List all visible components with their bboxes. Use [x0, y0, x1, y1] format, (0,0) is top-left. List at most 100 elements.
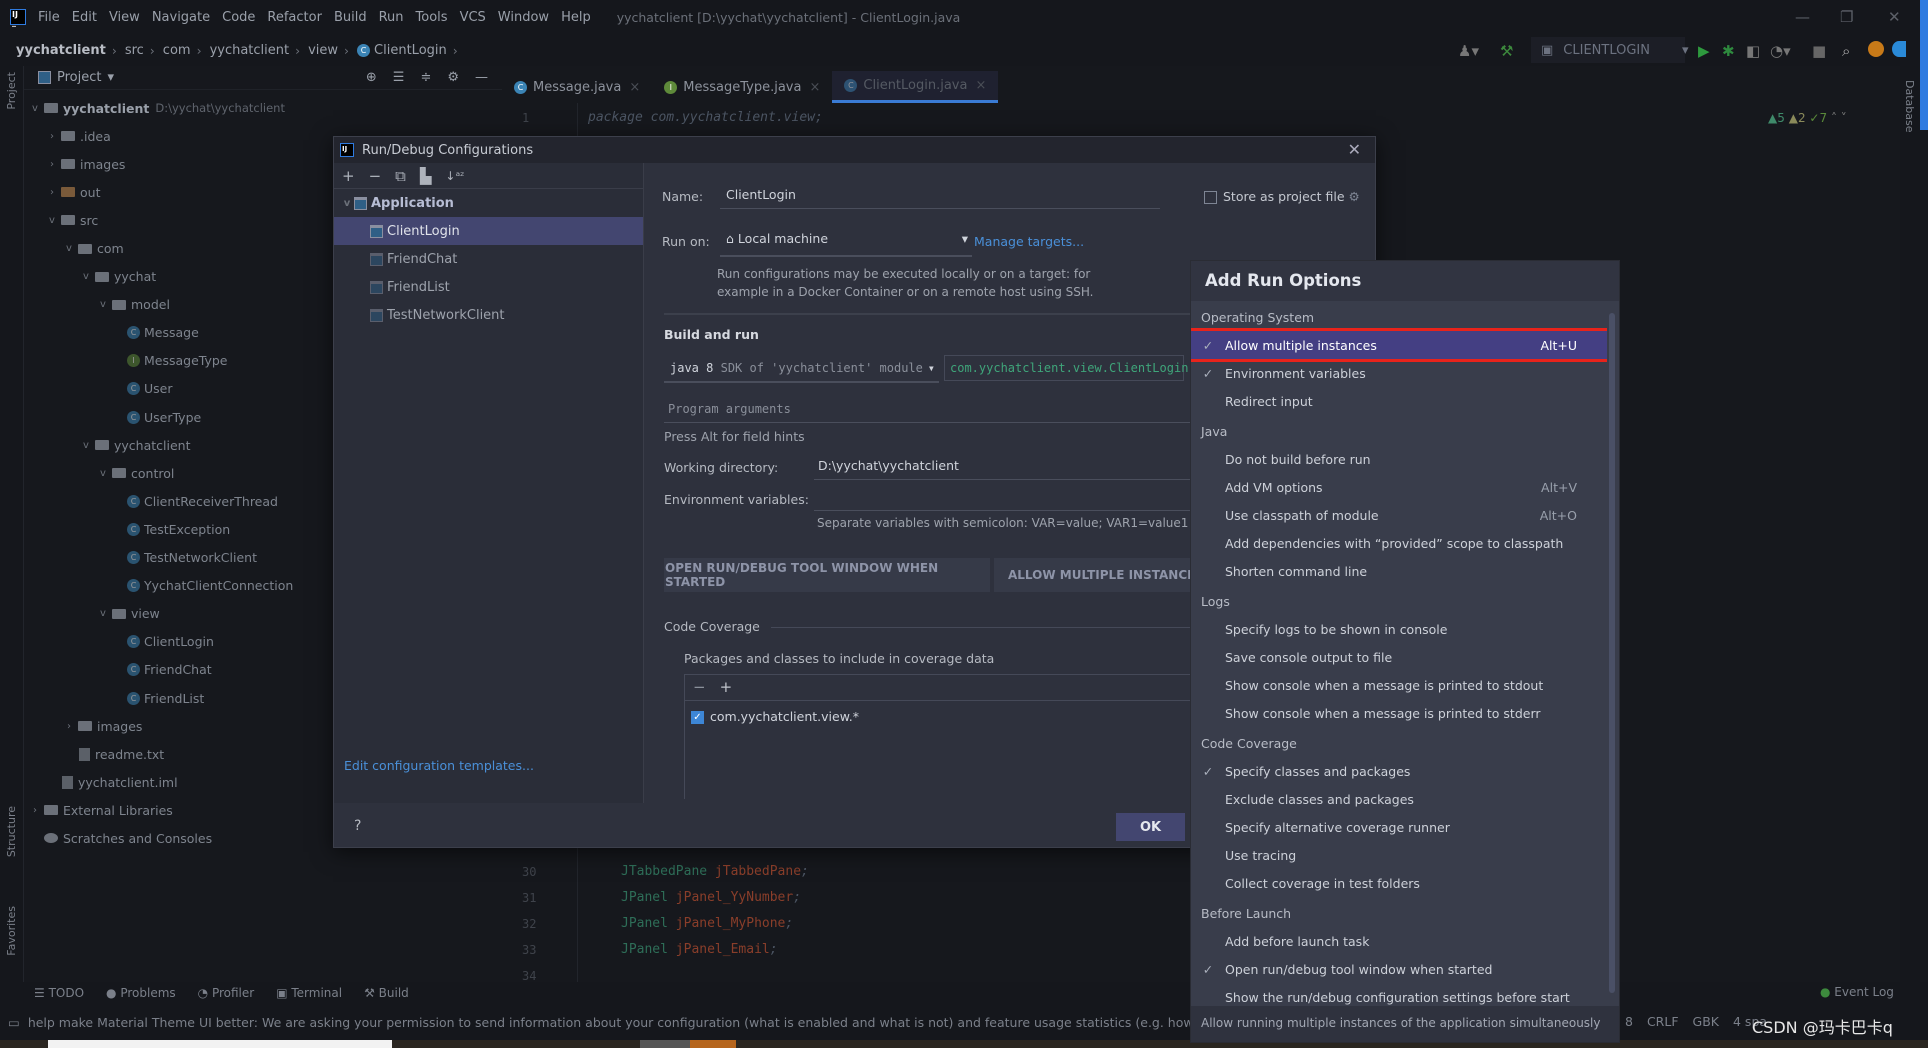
breadcrumb-item[interactable]: ClientLogin [374, 43, 447, 58]
main-class-input[interactable]: com.yychatclient.view.ClientLogin [944, 355, 1188, 381]
popup-option-add-before-launch-task[interactable]: Add before launch task [1191, 927, 1607, 955]
popup-option-show-console-when-a-message-is-printed-to-stderr[interactable]: Show console when a message is printed t… [1191, 699, 1607, 727]
manage-targets-link[interactable]: Manage targets... [974, 234, 1084, 249]
breadcrumb-item[interactable]: src [125, 43, 144, 58]
breadcrumb-item[interactable]: view [308, 43, 338, 58]
popup-option-do-not-build-before-run[interactable]: Do not build before run [1191, 445, 1607, 473]
popup-option-use-tracing[interactable]: Use tracing [1191, 841, 1607, 869]
run-configuration-selector[interactable]: ▣ CLIENTLOGIN ▾ [1531, 37, 1689, 63]
editor-tab-clientlogin-java[interactable]: C ClientLogin.java × [832, 71, 999, 103]
help-button[interactable]: ? [354, 818, 361, 834]
popup-option-add-dependencies-with-provided-scope-to-classpath[interactable]: Add dependencies with “provided” scope t… [1191, 529, 1607, 557]
chevron-down-icon[interactable]: ▾ [107, 70, 114, 85]
popup-option-specify-alternative-coverage-runner[interactable]: Specify alternative coverage runner [1191, 813, 1607, 841]
restore-button[interactable]: ❐ [1840, 8, 1853, 26]
popup-option-shorten-command-line[interactable]: Shorten command line [1191, 557, 1607, 585]
gear-icon[interactable]: ⚙ [1349, 189, 1360, 204]
plugin-logo-icon[interactable] [1892, 41, 1906, 57]
breadcrumb-item[interactable]: com [163, 43, 191, 58]
close-window-button[interactable]: ✕ [1888, 8, 1901, 26]
menu-build[interactable]: Build [334, 10, 367, 25]
config-item-friendchat[interactable]: FriendChat [334, 245, 643, 273]
run-icon[interactable]: ▶ [1698, 42, 1710, 60]
popup-option-collect-coverage-in-test-folders[interactable]: Collect coverage in test folders [1191, 869, 1607, 897]
project-tool-button[interactable]: Project [5, 72, 18, 110]
stop-icon[interactable]: ■ [1812, 42, 1826, 60]
menu-navigate[interactable]: Navigate [152, 10, 210, 25]
vcs-user-icon[interactable]: ♟▾ [1458, 42, 1479, 60]
editor-tab-message-java[interactable]: C Message.java × [502, 71, 652, 103]
gear-icon[interactable]: ⚙ [447, 70, 459, 85]
config-item-testnetworkclient[interactable]: TestNetworkClient [334, 301, 643, 329]
menu-file[interactable]: File [38, 10, 60, 25]
close-dialog-button[interactable]: ✕ [1348, 140, 1361, 159]
copy-configuration-icon[interactable]: ⧉ [395, 167, 406, 185]
status-widget[interactable]: 8 [1625, 1014, 1633, 1029]
menu-window[interactable]: Window [498, 10, 549, 25]
close-tab-icon[interactable]: × [975, 78, 986, 93]
close-tab-icon[interactable]: × [629, 80, 640, 95]
status-widget[interactable]: CRLF [1647, 1014, 1679, 1029]
status-message[interactable]: help make Material Theme UI better: We a… [28, 1015, 1208, 1030]
popup-option-environment-variables[interactable]: ✓ Environment variables [1191, 359, 1607, 387]
menu-tools[interactable]: Tools [416, 10, 448, 25]
menu-vcs[interactable]: VCS [460, 10, 486, 25]
structure-tool-button[interactable]: Structure [5, 806, 18, 857]
allow-multiple-instances-option-tag[interactable]: ALLOW MULTIPLE INSTANCES [994, 558, 1194, 592]
favorites-tool-button[interactable]: Favorites [5, 906, 18, 956]
remove-configuration-button[interactable]: − [369, 167, 382, 185]
popup-scrollbar[interactable] [1609, 313, 1615, 993]
ok-button[interactable]: OK [1116, 813, 1185, 841]
close-tab-icon[interactable]: × [809, 80, 820, 95]
menu-edit[interactable]: Edit [72, 10, 97, 25]
menu-help[interactable]: Help [561, 10, 591, 25]
checkbox[interactable] [1204, 191, 1217, 204]
popup-option-specify-logs-to-be-shown-in-console[interactable]: Specify logs to be shown in console [1191, 615, 1607, 643]
status-widget[interactable]: GBK [1693, 1014, 1719, 1029]
move-to-folder-icon[interactable]: ▙ [420, 167, 432, 185]
event-log-button[interactable]: ● Event Log [1820, 985, 1894, 999]
popup-option-save-console-output-to-file[interactable]: Save console output to file [1191, 643, 1607, 671]
open-tool-window-option-tag[interactable]: OPEN RUN/DEBUG TOOL WINDOW WHEN STARTED [664, 558, 990, 592]
breadcrumb-item[interactable]: yychatclient [16, 43, 106, 58]
project-view-selector[interactable]: Project [57, 70, 101, 85]
popup-option-open-run-debug-tool-window-when-started[interactable]: ✓ Open run/debug tool window when started [1191, 955, 1607, 983]
popup-option-show-console-when-a-message-is-printed-to-stdout[interactable]: Show console when a message is printed t… [1191, 671, 1607, 699]
store-as-project-file-checkbox[interactable]: Store as project file ⚙ [1204, 189, 1360, 204]
hide-icon[interactable]: — [475, 70, 488, 85]
add-configuration-button[interactable]: + [342, 167, 355, 185]
search-icon[interactable]: ⌕ [1842, 42, 1850, 60]
coverage-icon[interactable]: ◧ [1746, 42, 1760, 60]
run-on-dropdown[interactable]: ⌂ Local machine ▾ [720, 227, 972, 257]
update-icon[interactable] [1868, 41, 1884, 57]
popup-option-specify-classes-and-packages[interactable]: ✓ Specify classes and packages [1191, 757, 1607, 785]
locate-icon[interactable]: ⊕ [366, 70, 377, 85]
breadcrumb-item[interactable]: yychatclient [210, 43, 290, 58]
tree-item[interactable]: v yychatclient D:\yychat\yychatclient [24, 94, 502, 122]
menu-code[interactable]: Code [222, 10, 255, 25]
popup-option-allow-multiple-instances[interactable]: ✓ Allow multiple instances Alt+U [1191, 328, 1607, 362]
tool-window-todo[interactable]: ☰ TODO [34, 986, 84, 1000]
jdk-dropdown[interactable]: java 8 SDK of 'yychatclient' module ▾ [664, 355, 939, 383]
collapse-all-icon[interactable]: ≑ [420, 70, 431, 85]
profiler-icon[interactable]: ◔▾ [1770, 42, 1791, 60]
coverage-item[interactable]: ✓ com.yychatclient.view.* [691, 709, 1188, 724]
remove-package-button[interactable]: − [693, 678, 706, 697]
tool-window-profiler[interactable]: ◔ Profiler [198, 986, 255, 1000]
database-tool-button[interactable]: Database [1903, 80, 1916, 133]
inspection-widget[interactable]: ▲5 ▲2 ✓7 ˄ ˅ [1768, 111, 1847, 125]
popup-option-use-classpath-of-module[interactable]: Use classpath of module Alt+O [1191, 501, 1607, 529]
config-item-clientlogin[interactable]: ClientLogin [334, 217, 643, 245]
build-hammer-icon[interactable]: ⚒ [1500, 42, 1513, 60]
coverage-item-checkbox[interactable]: ✓ [691, 711, 704, 724]
expand-all-icon[interactable]: ☰ [393, 70, 405, 85]
popup-option-redirect-input[interactable]: Redirect input [1191, 387, 1607, 415]
tool-window-build[interactable]: ⚒ Build [364, 986, 409, 1000]
name-input[interactable]: ClientLogin [720, 185, 1160, 209]
debug-bug-icon[interactable]: ✱ [1722, 42, 1735, 60]
editor-tab-messagetype-java[interactable]: I MessageType.java × [652, 71, 832, 103]
tool-window-problems[interactable]: ● Problems [106, 986, 176, 1000]
popup-option-show-the-run-debug-configuration-settings-before-start[interactable]: Show the run/debug configuration setting… [1191, 983, 1607, 1006]
status-toggle-icon[interactable]: ▭ [8, 1015, 20, 1030]
sort-alphabetically-icon[interactable]: ↓ᵃᶻ [445, 169, 464, 183]
